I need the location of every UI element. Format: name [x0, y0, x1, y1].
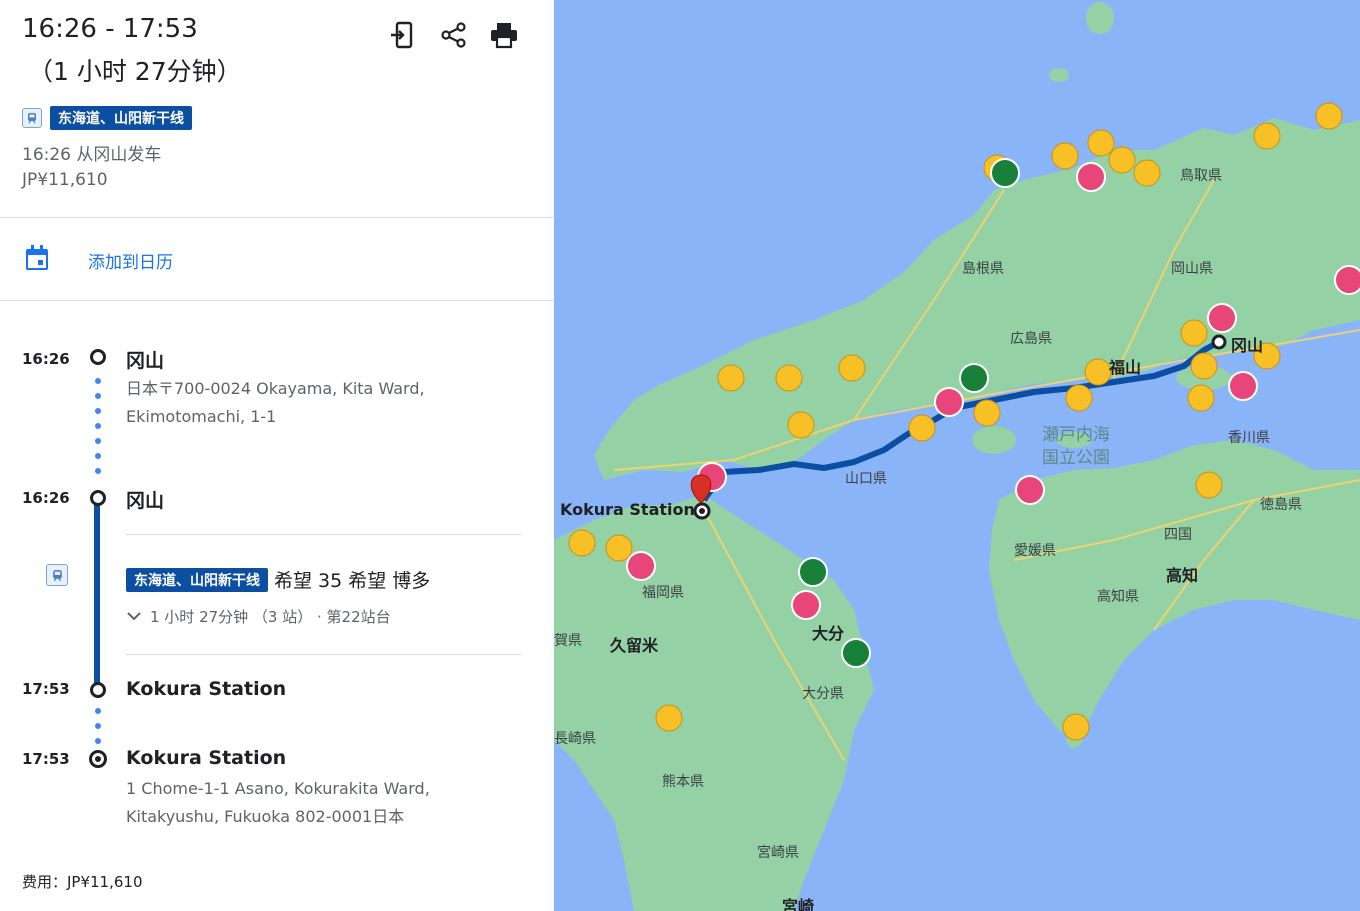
summary-line-row: 东海道、山阳新干线	[22, 106, 192, 130]
line-badge: 东海道、山阳新干线	[126, 567, 268, 592]
walk-dot	[95, 723, 101, 729]
trip-details-text: 1 小时 27分钟 （3 站） · 第22站台	[150, 608, 391, 626]
map-label-okayama-pref: 岡山県	[1171, 261, 1213, 277]
map-label-oita: 大分	[812, 624, 845, 643]
map-label-hiroshima: 広島県	[1010, 331, 1052, 347]
map-label-miyazaki-pref: 宮崎県	[757, 845, 799, 861]
map-label-kochi: 高知	[1166, 566, 1199, 585]
map-label-shikoku: 四国	[1164, 527, 1192, 543]
train-service-name: 希望 35 希望 博多	[274, 570, 431, 592]
map-label-okayama[interactable]: 冈山	[1231, 332, 1263, 356]
print-icon[interactable]	[489, 20, 519, 50]
trip-time-range: 16:26 - 17:53	[22, 14, 198, 44]
map-label-fukuoka: 福岡県	[642, 585, 684, 601]
train-route-line	[94, 500, 100, 686]
map-label-tokushima: 徳島県	[1260, 497, 1302, 513]
divider	[126, 534, 521, 535]
start-address-line2: Ekimotomachi, 1-1	[126, 407, 277, 426]
map-label-ehime: 愛媛県	[1014, 543, 1056, 559]
start-stop-icon	[90, 349, 106, 365]
map-label-saga: 賀県	[554, 633, 582, 649]
kyushu-landmass	[554, 495, 874, 911]
divider	[0, 300, 554, 301]
total-cost: 费用：JP¥11,610	[22, 873, 143, 891]
map-label-kagawa: 香川県	[1228, 430, 1270, 446]
map-label-kokuritsu: 国立公園	[1042, 448, 1110, 468]
map-label-kokura[interactable]: Kokura Station	[560, 500, 695, 519]
fare-text: JP¥11,610	[22, 170, 108, 190]
map-label-yamaguchi: 山口県	[845, 471, 887, 487]
add-to-calendar-label: 添加到日历	[88, 252, 173, 273]
walk-dot	[95, 708, 101, 714]
add-to-calendar-button[interactable]: 添加到日历	[22, 243, 173, 277]
map-label-oita-pref: 大分県	[802, 686, 844, 702]
walk-dot	[95, 393, 101, 399]
map-label-shimane: 島根県	[962, 261, 1004, 277]
walk-dot	[95, 468, 101, 474]
destination-icon	[89, 750, 107, 768]
map-label-fukuyama: 福山	[1109, 358, 1142, 377]
walk-dot	[95, 378, 101, 384]
end-place-name: Kokura Station	[126, 747, 287, 769]
train-service-row: 东海道、山阳新干线 希望 35 希望 博多	[126, 566, 430, 593]
board-place-name[interactable]: 冈山	[126, 486, 164, 513]
map-label-setonaikai: 瀬戸内海	[1042, 425, 1110, 445]
alight-stop-icon	[90, 682, 106, 698]
divider	[126, 654, 521, 655]
map-label-nagasaki: 長崎県	[554, 731, 596, 747]
alight-time: 17:53	[22, 680, 70, 698]
trip-details-toggle[interactable]: 1 小时 27分钟 （3 站） · 第22站台	[126, 606, 391, 627]
end-time: 17:53	[22, 750, 70, 768]
chevron-down-icon	[126, 608, 142, 626]
end-address-line2: Kitakyushu, Fukuoka 802-0001日本	[126, 807, 405, 826]
board-stop-icon	[90, 490, 106, 506]
walk-dot	[95, 423, 101, 429]
map-label-kochi-pref: 高知県	[1097, 589, 1139, 605]
share-icon[interactable]	[439, 20, 469, 50]
map-label-kumamoto: 熊本県	[662, 774, 704, 790]
map-label-kurume: 久留米	[610, 636, 659, 655]
map-label-tottori: 鳥取県	[1180, 168, 1222, 184]
board-time: 16:26	[22, 489, 70, 507]
start-time: 16:26	[22, 350, 70, 368]
honshu-landmass	[594, 118, 1360, 480]
send-to-phone-icon[interactable]	[389, 20, 419, 50]
map-view[interactable]: Kokura Station 冈山 鳥取県 島根県 岡山県 広島県 福山 瀬戸内…	[554, 0, 1360, 911]
start-address-line1: 日本〒700-0024 Okayama, Kita Ward,	[126, 379, 425, 398]
start-place-name: 冈山	[126, 350, 165, 372]
train-icon	[22, 108, 42, 128]
walk-dot	[95, 738, 101, 744]
calendar-icon	[22, 243, 52, 277]
directions-panel: 16:26 - 17:53 （1 小时 27分钟） 东海道、山阳新干线 16:2…	[0, 0, 554, 911]
line-badge: 东海道、山阳新干线	[50, 106, 192, 130]
train-icon	[46, 564, 68, 586]
shikoku-landmass	[989, 440, 1360, 740]
walk-dot	[95, 408, 101, 414]
departure-text: 16:26 从冈山发车	[22, 145, 162, 165]
trip-duration: （1 小时 27分钟）	[28, 57, 242, 86]
walk-dot	[95, 453, 101, 459]
end-address-line1: 1 Chome-1-1 Asano, Kokurakita Ward,	[126, 779, 430, 798]
map-label-miyazaki: 宮崎	[782, 897, 815, 911]
alight-place-name[interactable]: Kokura Station	[126, 678, 286, 700]
walk-dot	[95, 438, 101, 444]
divider	[0, 217, 554, 218]
